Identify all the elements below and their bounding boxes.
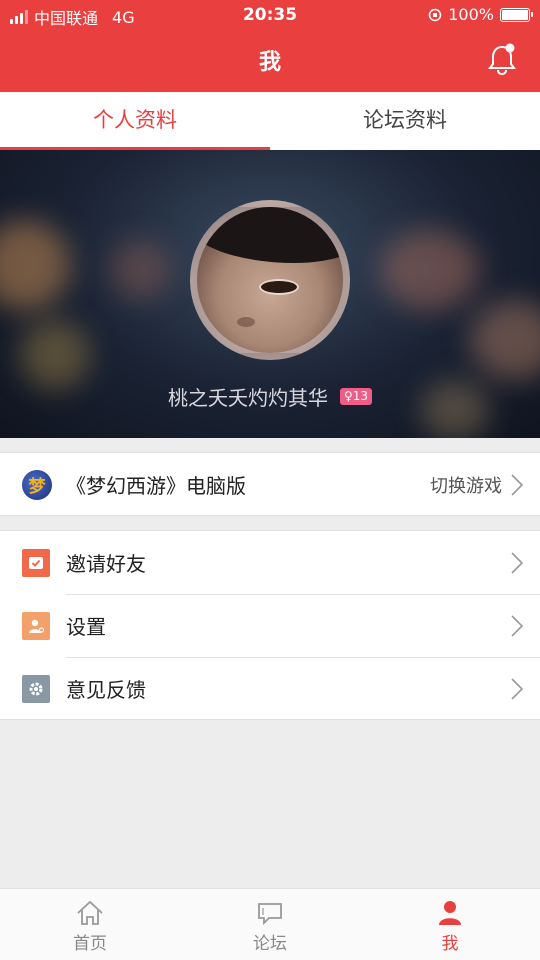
avatar[interactable] [190, 200, 350, 360]
bottom-nav: 首页 论坛 我 [0, 888, 540, 960]
avatar-eye [259, 279, 299, 295]
menu-item-feedback[interactable]: 意见反馈 [0, 657, 540, 720]
tab-personal-info[interactable]: 个人资料 [0, 92, 270, 150]
bokeh-light [0, 220, 70, 310]
nav-me-label: 我 [441, 934, 459, 954]
menu-item-invite[interactable]: 邀请好友 [0, 531, 540, 594]
menu-item-settings[interactable]: 设置 [0, 594, 540, 657]
status-right: 100% [428, 5, 533, 24]
menu-item-label: 设置 [66, 615, 106, 639]
game-row[interactable]: 梦 《梦幻西游》电脑版 切换游戏 [0, 453, 540, 516]
person-icon [439, 901, 461, 925]
bokeh-light [110, 240, 170, 300]
avatar-nose [237, 317, 255, 327]
battery-icon [500, 7, 533, 22]
chevron-right-icon [511, 677, 524, 700]
nav-forum[interactable]: 论坛 [180, 889, 360, 960]
switch-game-label: 切换游戏 [430, 475, 502, 497]
orientation-lock-icon [429, 8, 442, 21]
top-header: 中国联通 4G 20:35 100% 我 [0, 0, 540, 92]
menu-section: 邀请好友 设置 意见反馈 [0, 530, 540, 720]
profile-banner: 桃之夭夭灼灼其华 ♀13 [0, 150, 540, 438]
tab-forum-info[interactable]: 论坛资料 [270, 92, 540, 150]
settings-user-icon [22, 611, 50, 640]
chat-icon [258, 903, 282, 926]
game-title: 《梦幻西游》电脑版 [66, 474, 246, 498]
profile-name-line: 桃之夭夭灼灼其华 ♀13 [0, 382, 540, 411]
nav-me[interactable]: 我 [360, 889, 540, 960]
menu-item-label: 邀请好友 [66, 552, 146, 576]
game-logo-icon: 梦 [22, 469, 52, 500]
page-title: 我 [258, 50, 281, 75]
bokeh-light [380, 230, 480, 310]
nav-home[interactable]: 首页 [0, 889, 180, 960]
game-section: 梦 《梦幻西游》电脑版 切换游戏 [0, 452, 540, 516]
nav-home-label: 首页 [73, 934, 107, 954]
menu-item-label: 意见反馈 [66, 678, 146, 702]
home-icon [77, 900, 103, 925]
invite-icon [22, 548, 50, 577]
avatar-hair [197, 207, 343, 263]
nav-forum-label: 论坛 [253, 934, 287, 954]
profile-tabs: 个人资料 论坛资料 [0, 92, 540, 150]
chevron-right-icon [511, 551, 524, 574]
chevron-right-icon [511, 473, 524, 496]
status-bar: 中国联通 4G 20:35 100% [0, 0, 540, 30]
battery-percent: 100% [448, 5, 494, 24]
gender-level-badge: ♀13 [339, 388, 373, 405]
chevron-right-icon [511, 614, 524, 637]
bokeh-light [470, 300, 540, 380]
profile-name: 桃之夭夭灼灼其华 [167, 386, 328, 410]
bell-icon[interactable] [486, 42, 518, 76]
bokeh-light [20, 320, 90, 390]
battery-fill [502, 9, 528, 20]
feedback-gear-icon [22, 674, 50, 703]
